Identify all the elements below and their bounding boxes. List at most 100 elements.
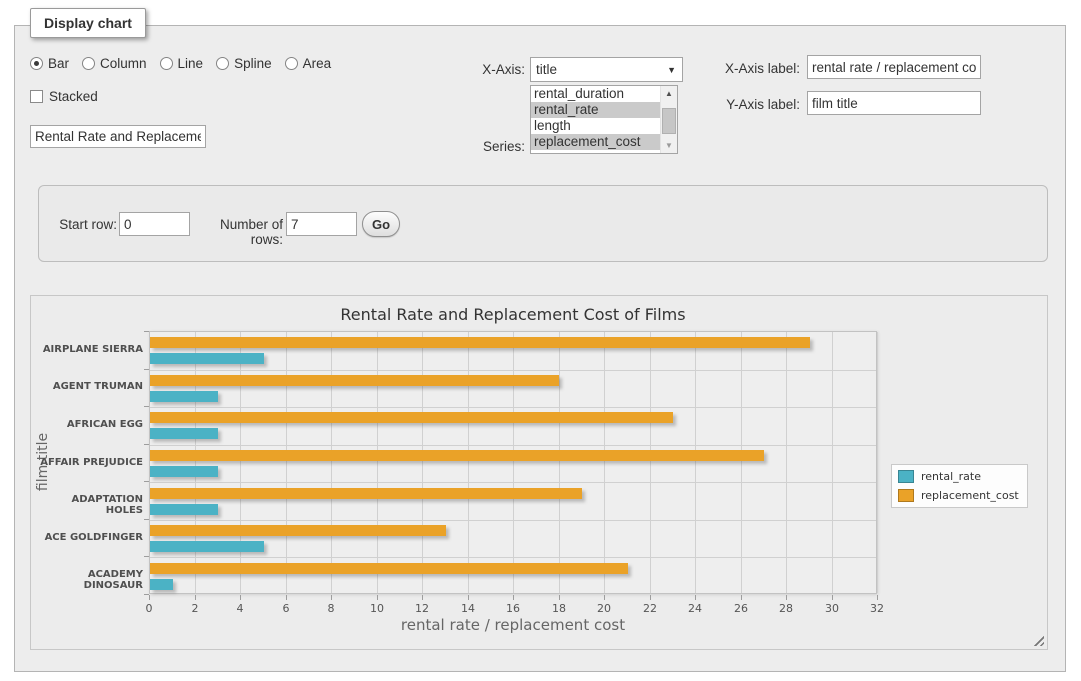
bar-rental-rate [150, 579, 173, 590]
bar-rental-rate [150, 353, 264, 364]
x-tick-mark [650, 595, 651, 600]
bar-replacement-cost [150, 488, 582, 499]
stacked-checkbox-row[interactable]: Stacked [30, 89, 98, 104]
series-option-rental-rate[interactable]: rental_rate [531, 102, 660, 118]
x-axis-select-label: X-Axis: [430, 62, 525, 77]
legend-label: rental_rate [921, 470, 981, 483]
x-tick-label: 6 [271, 602, 301, 615]
chart-container: Rental Rate and Replacement Cost of Film… [30, 295, 1048, 650]
x-tick-label: 4 [225, 602, 255, 615]
x-tick-mark [286, 595, 287, 600]
gridline-v [422, 332, 423, 593]
radio-icon [285, 57, 298, 70]
y-tick-mark [144, 444, 149, 445]
bar-replacement-cost [150, 337, 810, 348]
gridline-v [786, 332, 787, 593]
radio-label: Column [100, 56, 147, 71]
series-scrollbar[interactable]: ▲ ▼ [660, 86, 677, 153]
radio-spline[interactable]: Spline [216, 56, 272, 71]
radio-icon [30, 57, 43, 70]
gridline-v [559, 332, 560, 593]
series-option-replacement-cost[interactable]: replacement_cost [531, 134, 660, 150]
x-tick-mark [240, 595, 241, 600]
x-tick-label: 30 [817, 602, 847, 615]
go-button[interactable]: Go [362, 211, 400, 237]
legend-swatch [898, 489, 914, 502]
fieldset-legend: Display chart [30, 8, 146, 38]
bar-rental-rate [150, 428, 218, 439]
x-tick-label: 26 [726, 602, 756, 615]
x-tick-mark [695, 595, 696, 600]
resize-handle-icon[interactable] [1033, 635, 1044, 646]
x-tick-label: 12 [407, 602, 437, 615]
x-tick-label: 32 [862, 602, 892, 615]
chart-x-axis-title: rental rate / replacement cost [149, 616, 877, 634]
x-tick-mark [422, 595, 423, 600]
x-tick-label: 16 [498, 602, 528, 615]
x-tick-mark [741, 595, 742, 600]
gridline-h [150, 445, 876, 446]
x-tick-mark [786, 595, 787, 600]
series-select-label: Series: [430, 139, 525, 154]
gridline-v [513, 332, 514, 593]
y-tick-mark [144, 406, 149, 407]
legend-swatch [898, 470, 914, 483]
x-axis-label-input[interactable] [807, 55, 981, 79]
radio-column[interactable]: Column [82, 56, 147, 71]
category-label: AFRICAN EGG [33, 419, 143, 430]
legend-label: replacement_cost [921, 489, 1019, 502]
gridline-h [150, 520, 876, 521]
radio-dot [34, 61, 39, 66]
radio-icon [216, 57, 229, 70]
radio-line[interactable]: Line [160, 56, 204, 71]
gridline-v [695, 332, 696, 593]
scroll-up-icon[interactable]: ▲ [661, 86, 677, 101]
checkbox-icon[interactable] [30, 90, 43, 103]
category-label: AGENT TRUMAN [33, 381, 143, 392]
chart-legend: rental_rate replacement_cost [891, 464, 1028, 508]
start-row-input[interactable] [119, 212, 190, 236]
bar-replacement-cost [150, 563, 628, 574]
x-axis-label-caption: X-Axis label: [705, 61, 800, 76]
y-tick-mark [144, 369, 149, 370]
series-option-length[interactable]: length [531, 118, 660, 134]
chart-title-input[interactable] [30, 125, 206, 148]
gridline-h [150, 557, 876, 558]
category-label: ADAPTATION HOLES [33, 494, 143, 516]
x-tick-label: 22 [635, 602, 665, 615]
y-tick-mark [144, 519, 149, 520]
y-tick-mark [144, 331, 149, 332]
bar-replacement-cost [150, 375, 559, 386]
scrollbar-thumb[interactable] [662, 108, 676, 134]
gridline-v [377, 332, 378, 593]
x-tick-mark [149, 595, 150, 600]
series-multiselect[interactable]: rental_durationrental_ratelengthreplacem… [530, 85, 678, 154]
x-axis-select[interactable]: title ▼ [530, 57, 683, 82]
gridline-v [650, 332, 651, 593]
gridline-h [150, 407, 876, 408]
series-option-rental-duration[interactable]: rental_duration [531, 86, 660, 102]
series-options: rental_durationrental_ratelengthreplacem… [531, 86, 660, 153]
chevron-down-icon: ▼ [667, 65, 676, 75]
chart-plot-area [149, 331, 877, 594]
y-axis-label-input[interactable] [807, 91, 981, 115]
gridline-h [150, 482, 876, 483]
scroll-down-icon[interactable]: ▼ [661, 138, 677, 153]
gridline-v [468, 332, 469, 593]
bar-rental-rate [150, 541, 264, 552]
radio-label: Bar [48, 56, 69, 71]
x-tick-label: 20 [589, 602, 619, 615]
num-rows-input[interactable] [286, 212, 357, 236]
bar-rental-rate [150, 504, 218, 515]
stacked-label: Stacked [49, 89, 98, 104]
gridline-v [195, 332, 196, 593]
legend-entry-replacement-cost: replacement_cost [898, 489, 1019, 502]
radio-bar[interactable]: Bar [30, 56, 69, 71]
legend-entry-rental-rate: rental_rate [898, 470, 1019, 483]
gridline-h [150, 370, 876, 371]
bar-replacement-cost [150, 412, 673, 423]
start-row-label: Start row: [22, 217, 117, 232]
y-axis-label-caption: Y-Axis label: [705, 97, 800, 112]
radio-label: Line [178, 56, 204, 71]
radio-area[interactable]: Area [285, 56, 332, 71]
